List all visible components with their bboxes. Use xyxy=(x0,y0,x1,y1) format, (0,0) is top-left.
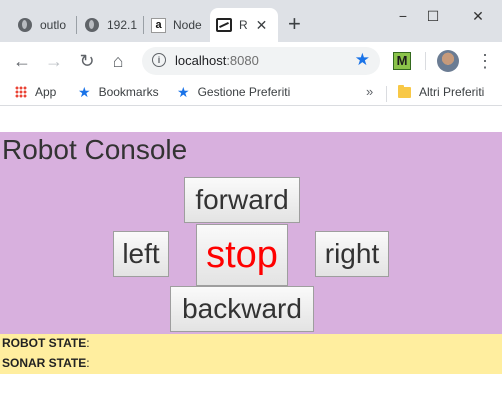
close-tab-icon[interactable]: ✕ xyxy=(256,17,268,34)
sonar-state-row: SONAR STATE: xyxy=(2,356,90,370)
browser-toolbar: ← → ↻ ⌂ i localhost:8080 ★ xyxy=(0,42,502,80)
tab-outlook[interactable]: outlo xyxy=(18,8,66,42)
bookmark-bookmarks[interactable]: ★ Bookmarks xyxy=(78,85,159,99)
backward-button[interactable]: backward xyxy=(170,286,314,332)
tab-title: R xyxy=(239,18,248,32)
profile-avatar[interactable] xyxy=(437,50,459,72)
globe-icon xyxy=(85,18,99,32)
robot-console-panel: Robot Console forward left stop right ba… xyxy=(0,132,502,334)
robot-state-row: ROBOT STATE: xyxy=(2,336,90,350)
tab-robot-console[interactable]: R ✕ xyxy=(210,8,278,42)
minimize-button[interactable]: − xyxy=(388,4,418,28)
bookmark-altri-preferiti[interactable]: Altri Preferiti xyxy=(398,84,485,99)
bookmark-label: Bookmarks xyxy=(98,85,159,99)
bookmark-star-icon[interactable]: ★ xyxy=(355,50,370,70)
stop-button[interactable]: stop xyxy=(196,224,288,286)
forward-arrow-icon[interactable]: → xyxy=(43,50,65,72)
bookmarks-overflow-button[interactable]: » xyxy=(366,84,373,99)
tab-title: 192.1 xyxy=(107,18,138,32)
right-button[interactable]: right xyxy=(315,231,389,277)
back-arrow-icon[interactable]: ← xyxy=(11,50,33,72)
bookmarks-bar: App ★ Bookmarks ★ Gestione Preferiti » A… xyxy=(0,80,502,106)
bookmarks-separator xyxy=(386,86,387,102)
sonar-state-label: SONAR STATE xyxy=(2,356,87,370)
bookmark-label: Altri Preferiti xyxy=(419,85,485,99)
extension-m-icon[interactable]: M xyxy=(393,52,411,70)
address-bar[interactable]: i localhost:8080 ★ xyxy=(142,47,380,75)
tab-node[interactable]: a Node xyxy=(151,8,207,42)
maximize-button[interactable]: ☐ xyxy=(418,4,448,28)
home-icon[interactable]: ⌂ xyxy=(107,50,129,72)
robot-icon xyxy=(216,18,232,32)
star-icon: ★ xyxy=(177,84,190,100)
left-button[interactable]: left xyxy=(113,231,169,277)
star-icon: ★ xyxy=(78,84,91,100)
close-window-button[interactable]: ✕ xyxy=(463,4,493,28)
tab-separator xyxy=(143,16,144,34)
bookmark-label: Gestione Preferiti xyxy=(197,85,291,99)
bookmark-app[interactable]: App xyxy=(15,85,56,99)
bookmark-label: App xyxy=(35,85,57,99)
amazon-icon: a xyxy=(151,17,166,33)
apps-grid-icon xyxy=(15,86,27,98)
tab-ip-address[interactable]: 192.1 xyxy=(85,8,139,42)
reload-icon[interactable]: ↻ xyxy=(76,50,98,72)
url-text: localhost:8080 xyxy=(175,53,259,68)
state-panel: ROBOT STATE: SONAR STATE: xyxy=(0,334,502,374)
new-tab-button[interactable]: + xyxy=(288,13,301,35)
globe-icon xyxy=(18,18,32,32)
bookmark-gestione-preferiti[interactable]: ★ Gestione Preferiti xyxy=(177,85,290,99)
site-info-icon[interactable]: i xyxy=(152,53,166,67)
folder-icon xyxy=(398,84,411,98)
tab-title: outlo xyxy=(40,18,66,32)
browser-titlebar: outlo 192.1 a Node R ✕ + − ☐ ✕ xyxy=(0,0,502,42)
forward-button[interactable]: forward xyxy=(184,177,300,223)
robot-state-label: ROBOT STATE xyxy=(2,336,87,350)
toolbar-separator xyxy=(425,52,426,70)
tab-separator xyxy=(76,16,77,34)
menu-dots-icon[interactable]: ⋮ xyxy=(476,48,494,74)
page-title: Robot Console xyxy=(2,134,188,165)
tab-title: Node xyxy=(173,18,202,32)
